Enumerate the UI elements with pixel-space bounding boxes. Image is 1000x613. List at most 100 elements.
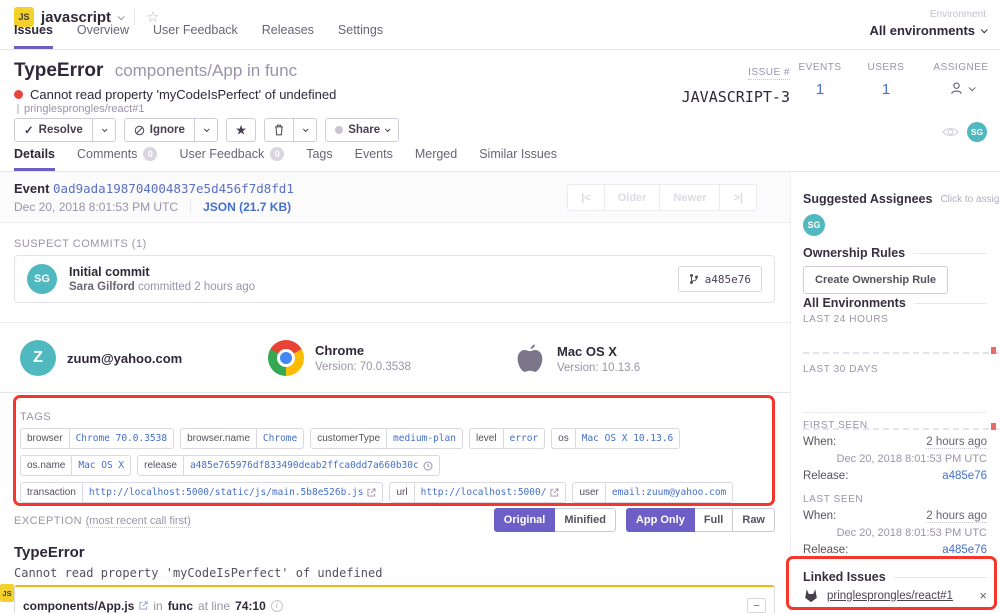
linked-issue-link[interactable]: pringlesprongles/react#1 (827, 590, 971, 602)
share-button[interactable]: Share (325, 118, 399, 142)
external-link-icon[interactable] (550, 488, 559, 497)
users-count[interactable]: 1 (863, 81, 909, 98)
newer-event-button[interactable]: Newer (660, 184, 720, 211)
toggle-app-only[interactable]: App Only (626, 508, 695, 532)
suggested-assignee-avatar[interactable]: SG (803, 214, 825, 236)
tag-value[interactable]: Chrome (256, 429, 303, 448)
toggle-original[interactable]: Original (494, 508, 556, 532)
nav-tab-issues[interactable]: Issues (14, 23, 53, 49)
environment-value[interactable]: All environments (870, 23, 975, 38)
external-link-icon[interactable] (139, 601, 148, 610)
tab-comments[interactable]: Comments0 (77, 145, 157, 171)
first-event-button[interactable]: |< (567, 184, 605, 211)
delete-dropdown-button[interactable] (294, 118, 317, 142)
create-ownership-rule-button[interactable]: Create Ownership Rule (803, 266, 948, 294)
tag-pill: useremail:zuum@yahoo.com (572, 482, 733, 503)
tag-key: customerType (311, 429, 386, 448)
star-icon: ★ (236, 123, 246, 137)
exception-heading: EXCEPTION (most recent call first) (14, 515, 191, 527)
tab-details[interactable]: Details (14, 145, 55, 171)
tag-key: transaction (21, 483, 82, 502)
ignore-dropdown-button[interactable] (195, 118, 218, 142)
issue-type: TypeError (14, 60, 103, 81)
nav-tab-settings[interactable]: Settings (338, 23, 383, 49)
older-event-button[interactable]: Older (605, 184, 661, 211)
stat-users: USERS 1 (863, 62, 909, 98)
tag-pill: customerTypemedium-plan (310, 428, 463, 449)
star-button[interactable]: ★ (226, 118, 256, 142)
events-count[interactable]: 1 (795, 81, 845, 98)
exception-type: TypeError (14, 544, 85, 561)
commit-sha-button[interactable]: a485e76 (678, 266, 762, 292)
context-browser: Chrome Version: 70.0.3538 (268, 340, 411, 376)
eye-icon (942, 126, 959, 138)
browser-name: Chrome (315, 343, 411, 358)
exception-heading-note: (most recent call first) (86, 515, 191, 528)
issue-culprit: components/App in func (115, 61, 297, 80)
tab-similar-issues[interactable]: Similar Issues (479, 145, 557, 171)
tab-user-feedback[interactable]: User Feedback0 (179, 145, 284, 171)
tag-value[interactable]: email:zuum@yahoo.com (605, 483, 732, 502)
tag-key: os (552, 429, 575, 448)
close-icon[interactable]: × (979, 588, 987, 603)
last-seen-release-link[interactable]: a485e76 (942, 544, 987, 556)
chevron-down-icon[interactable] (968, 84, 975, 91)
error-level-dot (14, 90, 23, 99)
sentry-issue-page: JS javascript ☆ Issues Overview User Fee… (0, 0, 1000, 613)
event-json-link[interactable]: JSON (21.7 KB) (203, 200, 291, 214)
tag-value[interactable]: error (503, 429, 545, 448)
avatar[interactable]: SG (967, 122, 987, 142)
chrome-icon (268, 340, 304, 376)
tag-value[interactable]: Chrome 70.0.3538 (69, 429, 174, 448)
environment-picker[interactable]: Environment All environments (870, 9, 986, 38)
tags-heading: TAGS (20, 411, 51, 423)
browser-version: Version: 70.0.3538 (315, 361, 411, 373)
frame-in-label: in (153, 599, 162, 613)
info-icon[interactable]: i (271, 600, 283, 612)
seen-by: SG (942, 122, 987, 142)
event-pagination: |< Older Newer >| (567, 184, 757, 211)
assignee-person-icon[interactable] (949, 81, 964, 96)
assignee-label: ASSIGNEE (932, 62, 990, 73)
resolve-dropdown-button[interactable] (93, 118, 116, 142)
first-seen-when-row: When:2 hours ago (803, 436, 987, 449)
toggle-raw[interactable]: Raw (733, 508, 775, 532)
tag-value[interactable]: Mac OS X (71, 456, 130, 475)
issue-actions: ✓Resolve Ignore ★ Share (14, 118, 399, 142)
nav-tab-user-feedback[interactable]: User Feedback (153, 23, 238, 49)
issue-annotation-text[interactable]: pringlesprongles/react#1 (24, 103, 144, 115)
toggle-full[interactable]: Full (695, 508, 734, 532)
tab-merged[interactable]: Merged (415, 145, 457, 171)
external-link-icon[interactable] (367, 488, 376, 497)
event-id-link[interactable]: 0ad9ada198704004837e5d456f7d8fd1 (53, 181, 294, 196)
tab-tags[interactable]: Tags (306, 145, 332, 171)
collapse-frame-button[interactable]: − (747, 598, 766, 613)
ignore-button[interactable]: Ignore (124, 118, 195, 142)
linked-issues-heading: Linked Issues (803, 570, 987, 584)
exception-toggles: Original Minified App Only Full Raw (494, 508, 775, 532)
frame-filename[interactable]: components/App.js (23, 599, 134, 613)
chevron-down-icon (385, 126, 391, 132)
tag-value[interactable]: medium-plan (386, 429, 462, 448)
issue-message-text: Cannot read property 'myCodeIsPerfect' o… (30, 87, 336, 102)
error-bar (991, 423, 996, 430)
delete-button[interactable] (264, 118, 294, 142)
first-seen-label: FIRST SEEN (803, 420, 987, 431)
nav-tab-overview[interactable]: Overview (77, 23, 129, 49)
last-event-button[interactable]: >| (720, 184, 757, 211)
nav-tab-releases[interactable]: Releases (262, 23, 314, 49)
tag-key: os.name (21, 456, 71, 475)
tag-value[interactable]: Mac OS X 10.13.6 (575, 429, 680, 448)
tag-value[interactable]: http://localhost:5000/static/js/main.5b8… (89, 487, 364, 498)
tag-key: browser.name (181, 429, 256, 448)
tab-events[interactable]: Events (355, 145, 393, 171)
tag-value[interactable]: http://localhost:5000/ (421, 487, 547, 498)
toggle-minified[interactable]: Minified (555, 508, 616, 532)
stack-frame[interactable]: components/App.js in func at line 74:10 … (14, 585, 775, 613)
event-toolbar: Event 0ad9ada198704004837e5d456f7d8fd1 D… (0, 172, 790, 223)
first-seen-release-link[interactable]: a485e76 (942, 470, 987, 482)
tag-pill: urlhttp://localhost:5000/ (389, 482, 566, 503)
last-seen-when-row: When:2 hours ago (803, 510, 987, 523)
resolve-button[interactable]: ✓Resolve (14, 118, 93, 142)
tag-value[interactable]: a485e765976df833490deab2ffca0dd7a660b30c (190, 460, 419, 471)
